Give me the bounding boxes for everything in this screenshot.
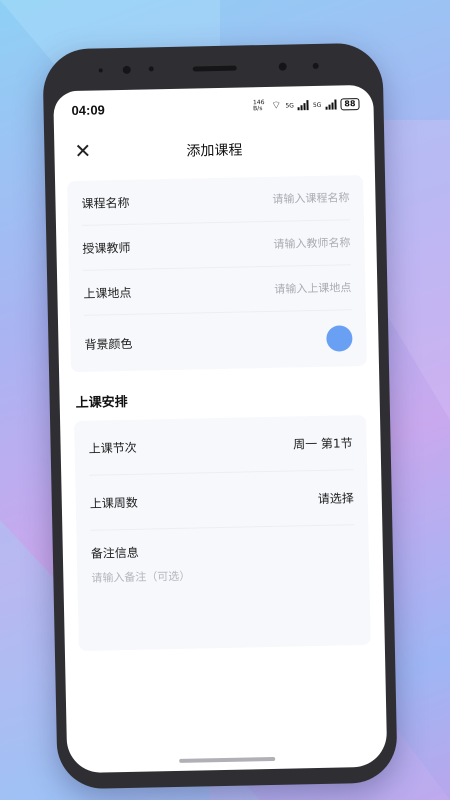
- sensor-dot: [312, 62, 319, 69]
- signal-icon: [325, 99, 337, 110]
- camera-bar: [43, 61, 383, 78]
- status-icons: 146 B/s ⌔ 5G 5G 88: [253, 97, 360, 113]
- teacher-row: 授课教师: [81, 220, 351, 271]
- weeks-row[interactable]: 上课周数 请选择: [89, 470, 355, 531]
- app-screen: 04:09 146 B/s ⌔ 5G 5G 88 ✕ 添加课程 课程名称 授课教…: [53, 84, 388, 774]
- teacher-input[interactable]: [230, 235, 351, 252]
- front-camera: [122, 65, 131, 74]
- top-bar: ✕ 添加课程: [54, 125, 375, 176]
- course-name-label: 课程名称: [81, 195, 130, 211]
- schedule-card: 上课节次 周一 第1节 上课周数 请选择 备注信息: [74, 414, 371, 652]
- sensor-dot: [98, 68, 103, 73]
- close-icon[interactable]: ✕: [74, 139, 91, 163]
- home-indicator[interactable]: [179, 756, 276, 763]
- page-title: 添加课程: [186, 142, 243, 160]
- bg-color-label: 背景颜色: [84, 336, 133, 352]
- schedule-section-title: 上课安排: [75, 394, 128, 412]
- phone-frame: 04:09 146 B/s ⌔ 5G 5G 88 ✕ 添加课程 课程名称 授课教…: [42, 42, 398, 790]
- weeks-value[interactable]: 请选择: [318, 489, 354, 507]
- course-info-card: 课程名称 授课教师 上课地点 背景颜色: [67, 174, 367, 373]
- color-picker-swatch[interactable]: [326, 325, 353, 352]
- course-name-input[interactable]: [229, 190, 350, 207]
- period-label: 上课节次: [88, 440, 137, 456]
- period-value[interactable]: 周一 第1节: [293, 434, 353, 452]
- notes-input[interactable]: [91, 564, 357, 640]
- weeks-label: 上课周数: [89, 495, 138, 511]
- location-input[interactable]: [231, 280, 352, 297]
- battery-icon: 88: [340, 98, 360, 111]
- earpiece-speaker: [192, 65, 237, 72]
- signal-icon: [297, 100, 310, 111]
- location-row: 上课地点: [82, 265, 352, 316]
- status-bar: 04:09 146 B/s ⌔ 5G 5G 88: [53, 91, 373, 124]
- bg-color-row: 背景颜色: [84, 310, 353, 372]
- notes-label: 备注信息: [90, 545, 140, 561]
- course-name-row: 课程名称: [81, 175, 350, 226]
- teacher-label: 授课教师: [82, 240, 131, 256]
- network-speed: 146 B/s: [252, 99, 265, 113]
- sensor-dot: [148, 66, 154, 72]
- notes-block: 备注信息: [90, 525, 357, 651]
- sensor-dot: [278, 62, 287, 71]
- period-row[interactable]: 上课节次 周一 第1节: [88, 415, 354, 476]
- sig1-label: 5G: [285, 101, 294, 110]
- status-time: 04:09: [71, 101, 105, 118]
- location-label: 上课地点: [83, 285, 132, 301]
- wifi-icon: ⌔: [270, 98, 282, 112]
- sig2-label: 5G: [312, 101, 322, 109]
